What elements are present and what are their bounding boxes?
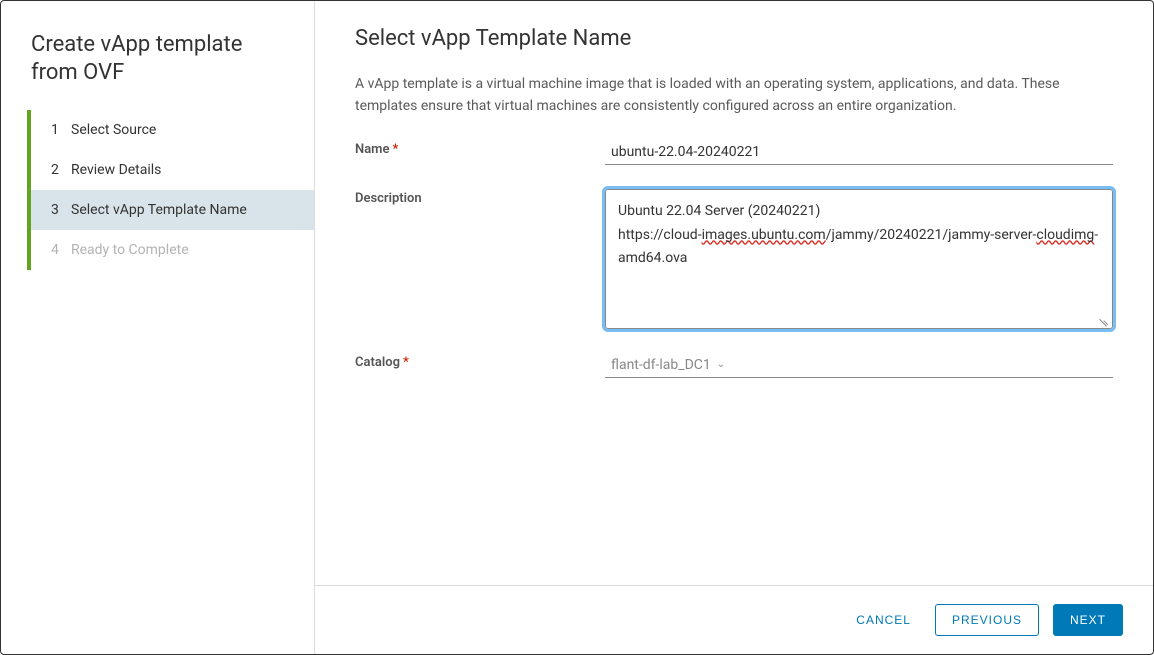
form-row-catalog: Catalog* flant-df-lab_DC1 ⌄ xyxy=(355,353,1113,378)
wizard-sidebar: Create vApp template from OVF 1 Select S… xyxy=(1,1,315,654)
page-body: A vApp template is a virtual machine ima… xyxy=(315,73,1153,585)
description-label: Description xyxy=(355,189,605,329)
name-label-text: Name xyxy=(355,142,389,157)
name-label: Name* xyxy=(355,140,605,165)
step-label: Ready to Complete xyxy=(71,242,189,258)
description-text-spellerror: images.ubuntu.com xyxy=(702,227,826,243)
catalog-dropdown[interactable]: flant-df-lab_DC1 ⌄ xyxy=(605,353,1113,378)
form-row-description: Description Ubuntu 22.04 Server (2024022… xyxy=(355,189,1113,329)
catalog-selected-value: flant-df-lab_DC1 xyxy=(611,357,711,373)
step-label: Review Details xyxy=(71,162,161,178)
description-textarea[interactable]: Ubuntu 22.04 Server (20240221) https://c… xyxy=(605,189,1113,329)
resize-handle-icon[interactable] xyxy=(1100,316,1110,326)
catalog-control: flant-df-lab_DC1 ⌄ xyxy=(605,353,1113,378)
description-control: Ubuntu 22.04 Server (20240221) https://c… xyxy=(605,189,1113,329)
step-label: Select vApp Template Name xyxy=(71,202,247,218)
required-indicator: * xyxy=(403,355,409,370)
description-text: https://cloud- xyxy=(618,227,702,243)
step-review-details[interactable]: 2 Review Details xyxy=(31,150,314,190)
wizard-title: Create vApp template from OVF xyxy=(1,1,314,110)
wizard-steps: 1 Select Source 2 Review Details 3 Selec… xyxy=(1,110,314,654)
chevron-down-icon: ⌄ xyxy=(717,359,725,370)
step-number: 2 xyxy=(51,162,69,178)
next-button[interactable]: NEXT xyxy=(1053,604,1123,636)
step-ready-to-complete: 4 Ready to Complete xyxy=(31,230,314,270)
step-number: 4 xyxy=(51,242,69,258)
required-indicator: * xyxy=(392,142,398,157)
name-input[interactable] xyxy=(605,140,1113,165)
catalog-label-text: Catalog xyxy=(355,355,400,370)
step-label: Select Source xyxy=(71,122,156,138)
previous-button[interactable]: PREVIOUS xyxy=(935,604,1039,636)
form-row-name: Name* xyxy=(355,140,1113,165)
wizard-footer: CANCEL PREVIOUS NEXT xyxy=(315,585,1153,654)
name-control xyxy=(605,140,1113,165)
step-number: 1 xyxy=(51,122,69,138)
step-select-source[interactable]: 1 Select Source xyxy=(31,110,314,150)
page-heading: Select vApp Template Name xyxy=(315,1,1153,73)
cancel-button[interactable]: CANCEL xyxy=(846,605,921,635)
wizard-modal: Create vApp template from OVF 1 Select S… xyxy=(0,0,1154,655)
description-text-spellerror: cloudimg xyxy=(1036,227,1094,243)
step-select-template-name[interactable]: 3 Select vApp Template Name xyxy=(31,190,314,230)
description-text: Ubuntu 22.04 Server (20240221) xyxy=(618,203,820,219)
catalog-label: Catalog* xyxy=(355,353,605,378)
step-number: 3 xyxy=(51,202,69,218)
description-text: /jammy/20240221/jammy-server- xyxy=(826,227,1037,243)
wizard-main: Select vApp Template Name A vApp templat… xyxy=(315,1,1153,654)
page-intro: A vApp template is a virtual machine ima… xyxy=(355,73,1113,118)
